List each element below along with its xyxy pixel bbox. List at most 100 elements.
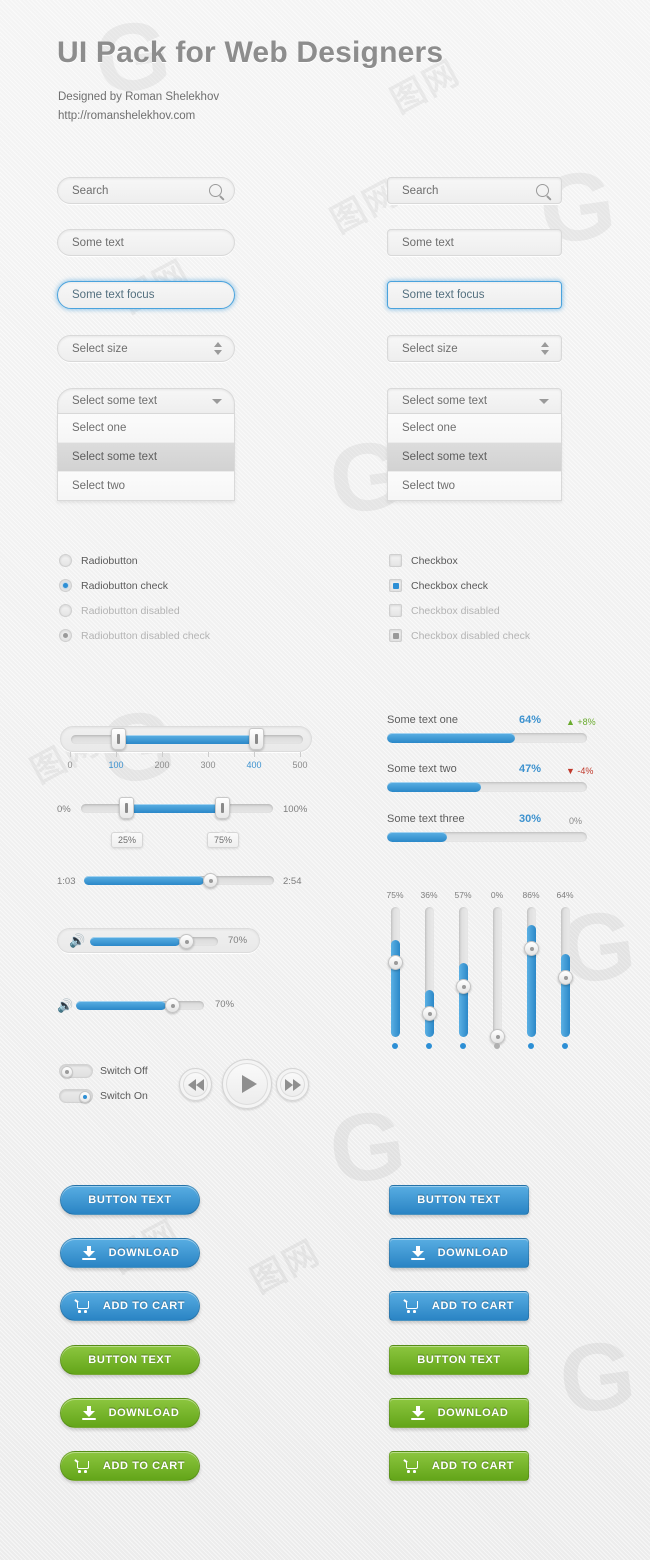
rewind-button[interactable] — [179, 1068, 212, 1101]
button-download-green-rect[interactable]: DOWNLOAD — [389, 1398, 529, 1428]
radio-label: Radiobutton — [81, 554, 138, 567]
range-slider-handle-high[interactable] — [249, 728, 264, 750]
vertical-slider-handle[interactable] — [456, 979, 471, 994]
stepper-arrows-icon[interactable] — [541, 342, 561, 355]
dropdown-toggle-rect[interactable]: Select some text — [387, 388, 562, 414]
button-text-green-pill[interactable]: BUTTON TEXT — [60, 1345, 200, 1375]
text-input-focused-value: Some text focus — [402, 289, 485, 301]
vertical-slider-track[interactable] — [391, 907, 400, 1037]
time-slider-handle[interactable] — [203, 873, 218, 888]
switch-off[interactable] — [59, 1064, 93, 1078]
dropdown-list-right[interactable]: Select one Select some text Select two — [387, 414, 562, 501]
radio-label: Radiobutton check — [81, 579, 168, 592]
dropdown-option-selected[interactable]: Select some text — [388, 443, 561, 472]
radio-icon[interactable] — [59, 554, 72, 567]
dropdown-option-selected[interactable]: Select some text — [58, 443, 234, 472]
button-download-blue-pill[interactable]: DOWNLOAD — [60, 1238, 200, 1268]
checkbox-label: Checkbox disabled check — [411, 629, 531, 642]
range-slider-well[interactable] — [60, 726, 312, 752]
text-input-pill[interactable]: Some text — [57, 229, 235, 256]
search-icon[interactable] — [209, 184, 234, 197]
button-label: DOWNLOAD — [108, 1247, 180, 1259]
percent-slider-tooltip-high: 75% — [207, 829, 240, 848]
dropdown-option[interactable]: Select one — [58, 414, 234, 443]
button-text-blue-rect[interactable]: BUTTON TEXT — [389, 1185, 529, 1215]
time-slider-current-label: 1:03 — [57, 876, 76, 887]
checkbox-label: Checkbox — [411, 554, 458, 567]
dropdown-toggle-pill[interactable]: Select some text — [57, 388, 235, 414]
text-input-focused-pill[interactable]: Some text focus — [57, 281, 235, 309]
forward-button[interactable] — [276, 1068, 309, 1101]
dropdown-selected-value: Select some text — [402, 395, 488, 407]
progress-bar — [387, 733, 587, 743]
radio-checked-icon[interactable] — [59, 579, 72, 592]
search-input-pill[interactable]: Search — [57, 177, 235, 204]
volume-icon[interactable]: 🔊 — [69, 934, 85, 947]
text-input-focused-rect[interactable]: Some text focus — [387, 281, 562, 309]
button-cart-green-pill[interactable]: ADD TO CART — [60, 1451, 200, 1481]
dropdown-list-left[interactable]: Select one Select some text Select two — [57, 414, 235, 501]
vertical-slider-handle[interactable] — [524, 941, 539, 956]
progress-delta-down: ▼ -4% — [566, 766, 594, 776]
progress-value: 47% — [519, 763, 542, 775]
button-download-blue-rect[interactable]: DOWNLOAD — [389, 1238, 529, 1268]
dropdown-option[interactable]: Select two — [388, 472, 561, 500]
time-slider-fill — [84, 876, 204, 885]
dropdown-option[interactable]: Select one — [388, 414, 561, 443]
range-slider-handle-low[interactable] — [111, 728, 126, 750]
percent-slider-fill — [126, 804, 222, 813]
chevron-down-icon[interactable] — [539, 398, 561, 404]
stepper-arrows-icon[interactable] — [214, 342, 234, 355]
volume-slider-fill — [90, 937, 180, 946]
range-slider-fill — [117, 735, 256, 744]
button-label: BUTTON TEXT — [417, 1194, 501, 1206]
button-text-green-rect[interactable]: BUTTON TEXT — [389, 1345, 529, 1375]
checkbox-row-default[interactable]: Checkbox — [389, 554, 458, 567]
chevron-down-icon[interactable] — [212, 398, 234, 404]
button-label: ADD TO CART — [102, 1300, 186, 1312]
search-input-rect[interactable]: Search — [387, 177, 562, 204]
vertical-slider-handle[interactable] — [558, 970, 573, 985]
button-text-blue-pill[interactable]: BUTTON TEXT — [60, 1185, 200, 1215]
cart-icon — [74, 1458, 91, 1474]
range-tick — [116, 752, 117, 757]
checkbox-label: Checkbox disabled — [411, 604, 500, 617]
select-size-stepper-pill[interactable]: Select size — [57, 335, 235, 362]
radio-row-checked[interactable]: Radiobutton check — [59, 579, 168, 592]
button-label: BUTTON TEXT — [88, 1354, 172, 1366]
vertical-slider-dot — [562, 1043, 568, 1049]
button-cart-green-rect[interactable]: ADD TO CART — [389, 1451, 529, 1481]
percent-slider-max-label: 100% — [283, 804, 308, 815]
checkbox-icon[interactable] — [389, 554, 402, 567]
play-button[interactable] — [222, 1059, 272, 1109]
text-input-value: Some text — [72, 236, 124, 249]
volume-slider-handle-flat[interactable] — [165, 998, 180, 1013]
checkbox-checked-icon[interactable] — [389, 579, 402, 592]
checkbox-row-checked[interactable]: Checkbox check — [389, 579, 488, 592]
vertical-slider-track[interactable] — [459, 907, 468, 1037]
switch-on[interactable] — [59, 1089, 93, 1103]
vertical-slider-handle[interactable] — [422, 1006, 437, 1021]
button-label: ADD TO CART — [431, 1300, 515, 1312]
percent-slider-handle-high[interactable] — [215, 797, 230, 819]
button-cart-blue-rect[interactable]: ADD TO CART — [389, 1291, 529, 1321]
radio-row-default[interactable]: Radiobutton — [59, 554, 138, 567]
search-icon[interactable] — [536, 184, 561, 197]
select-size-stepper-rect[interactable]: Select size — [387, 335, 562, 362]
percent-slider-handle-low[interactable] — [119, 797, 134, 819]
dropdown-option[interactable]: Select two — [58, 472, 234, 500]
range-tick — [254, 752, 255, 757]
button-cart-blue-pill[interactable]: ADD TO CART — [60, 1291, 200, 1321]
vertical-slider-track[interactable] — [527, 907, 536, 1037]
text-input-rect[interactable]: Some text — [387, 229, 562, 256]
range-tick-label-active: 100 — [108, 760, 124, 770]
progress-bar — [387, 832, 587, 842]
vertical-slider-handle[interactable] — [388, 955, 403, 970]
vertical-slider-track[interactable] — [493, 907, 502, 1037]
range-tick — [70, 752, 71, 757]
button-download-green-pill[interactable]: DOWNLOAD — [60, 1398, 200, 1428]
volume-icon[interactable]: 🔊 — [57, 999, 73, 1012]
vertical-slider-handle[interactable] — [490, 1029, 505, 1044]
volume-slider-well[interactable]: 🔊 70% — [57, 928, 260, 953]
volume-slider-handle[interactable] — [179, 934, 194, 949]
